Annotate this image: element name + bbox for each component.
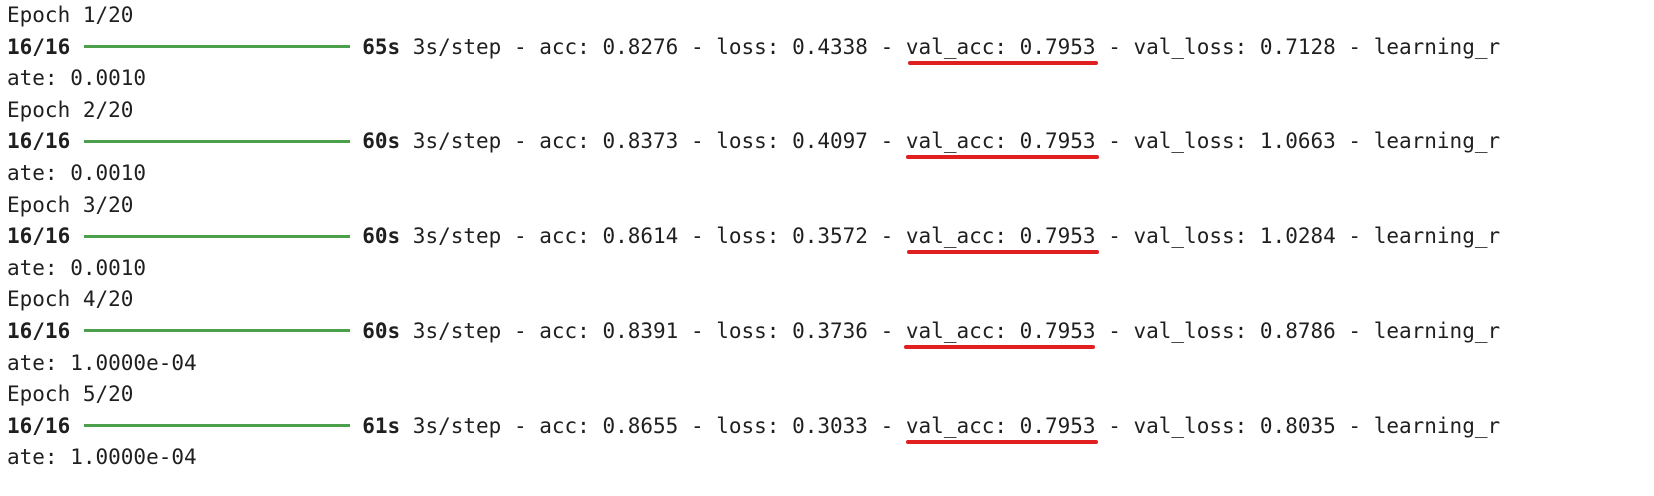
val-acc-metric: val_acc: 0.7953 xyxy=(905,126,1099,160)
epoch-progress-line: 16/16 60s 3s/step - acc: 0.8614 - loss: 0… xyxy=(7,221,1652,255)
epoch-progress-line: 16/16 61s 3s/step - acc: 0.8655 - loss: 0… xyxy=(7,411,1652,444)
metrics-text: - val_loss: 0.8035 - learning_r xyxy=(1095,413,1501,438)
step-count: 16/16 xyxy=(7,413,71,438)
epoch-progress-line: 16/16 60s 3s/step - acc: 0.8391 - loss: 0… xyxy=(7,316,1652,349)
progress-bar xyxy=(84,45,351,49)
wrapped-line: ate: 1.0000e-04 xyxy=(7,350,197,375)
epoch-time: 61s xyxy=(362,413,401,438)
metrics-text: 3s/step - acc: 0.8373 - loss: 0.4097 - xyxy=(400,129,906,154)
step-count: 16/16 xyxy=(7,224,71,249)
training-log: Epoch 1/20 16/16 65s 3s/step - acc: 0.827… xyxy=(7,0,1652,474)
step-count: 16/16 xyxy=(7,34,71,59)
val-acc-text: val_acc: 0.7953 xyxy=(905,34,1096,59)
epoch-header: Epoch 5/20 xyxy=(7,382,134,407)
val-acc-text: val_acc: 0.7953 xyxy=(905,129,1096,154)
metrics-text: - val_loss: 0.8786 - learning_r xyxy=(1095,318,1501,343)
val-acc-text: val_acc: 0.7953 xyxy=(905,318,1096,343)
step-count: 16/16 xyxy=(7,129,71,154)
wrapped-line: ate: 0.0010 xyxy=(7,160,147,185)
metrics-text: 3s/step - acc: 0.8655 - loss: 0.3033 - xyxy=(400,413,906,438)
epoch-time: 65s xyxy=(362,34,401,59)
progress-bar xyxy=(84,329,351,333)
epoch-progress-line: 16/16 65s 3s/step - acc: 0.8276 - loss: 0… xyxy=(7,32,1652,65)
val-acc-metric: val_acc: 0.7953 xyxy=(903,316,1096,349)
progress-bar xyxy=(84,424,351,428)
epoch-header: Epoch 2/20 xyxy=(7,97,134,122)
metrics-text: 3s/step - acc: 0.8276 - loss: 0.4338 - xyxy=(400,34,906,59)
epoch-progress-line: 16/16 60s 3s/step - acc: 0.8373 - loss: 0… xyxy=(7,126,1652,160)
epoch-header: Epoch 3/20 xyxy=(7,192,134,217)
val-acc-metric: val_acc: 0.7953 xyxy=(905,221,1099,255)
metrics-text: - val_loss: 1.0663 - learning_r xyxy=(1095,129,1501,154)
progress-bar xyxy=(84,234,351,238)
step-count: 16/16 xyxy=(7,318,71,343)
metrics-text: 3s/step - acc: 0.8614 - loss: 0.3572 - xyxy=(400,224,906,249)
val-acc-metric: val_acc: 0.7953 xyxy=(905,32,1098,65)
val-acc-metric: val_acc: 0.7953 xyxy=(905,411,1098,444)
val-acc-text: val_acc: 0.7953 xyxy=(905,413,1096,438)
metrics-text: - val_loss: 0.7128 - learning_r xyxy=(1095,34,1501,59)
epoch-header: Epoch 4/20 xyxy=(7,287,134,312)
metrics-text: 3s/step - acc: 0.8391 - loss: 0.3736 - xyxy=(400,318,906,343)
epoch-header: Epoch 1/20 xyxy=(7,3,134,27)
wrapped-line: ate: 1.0000e-04 xyxy=(7,445,197,470)
epoch-time: 60s xyxy=(362,224,401,249)
epoch-time: 60s xyxy=(362,129,401,154)
wrapped-line: ate: 0.0010 xyxy=(7,255,147,280)
metrics-text: - val_loss: 1.0284 - learning_r xyxy=(1095,224,1501,249)
progress-bar xyxy=(84,139,351,143)
val-acc-text: val_acc: 0.7953 xyxy=(905,224,1096,249)
wrapped-line: ate: 0.0010 xyxy=(7,66,147,91)
epoch-time: 60s xyxy=(362,318,401,343)
